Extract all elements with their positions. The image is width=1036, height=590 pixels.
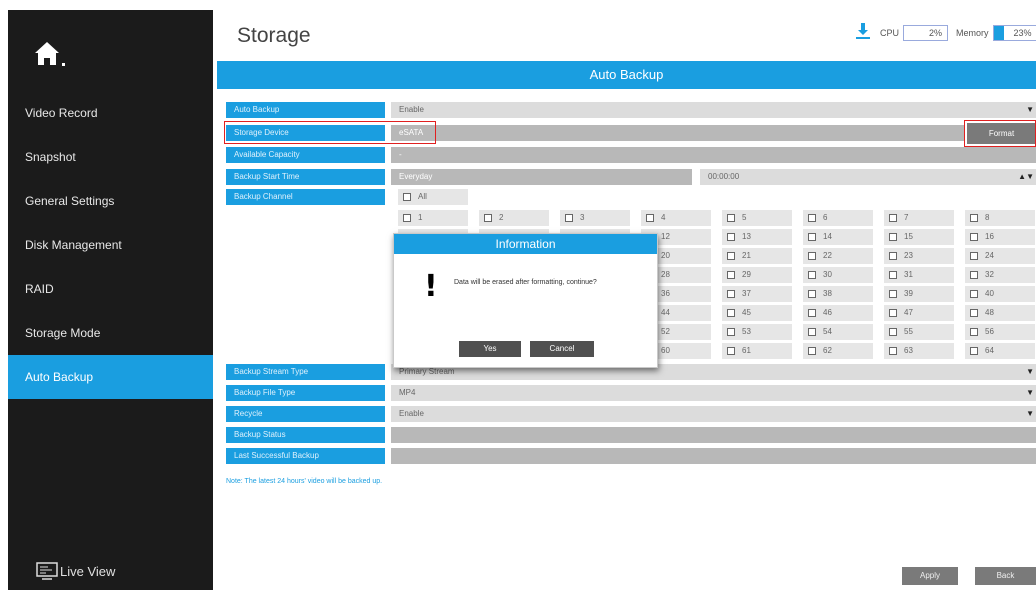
channel-checkbox[interactable]: 56 bbox=[965, 324, 1035, 340]
home-icon[interactable] bbox=[33, 39, 69, 69]
sidebar-item-auto-backup[interactable]: Auto Backup bbox=[8, 355, 213, 399]
channel-checkbox[interactable]: 37 bbox=[722, 286, 792, 302]
channel-checkbox[interactable]: 63 bbox=[884, 343, 954, 359]
monitor-icon bbox=[36, 562, 58, 580]
channel-checkbox[interactable]: 55 bbox=[884, 324, 954, 340]
file-type-select[interactable]: MP4 ▼ bbox=[391, 385, 1036, 401]
channel-checkbox[interactable]: 32 bbox=[965, 267, 1035, 283]
backup-status-field bbox=[391, 427, 1036, 443]
backup-channel-label: Backup Channel bbox=[226, 189, 385, 205]
channel-checkbox[interactable]: 38 bbox=[803, 286, 873, 302]
channel-checkbox[interactable]: 62 bbox=[803, 343, 873, 359]
channel-checkbox[interactable]: 23 bbox=[884, 248, 954, 264]
memory-fill bbox=[993, 26, 1004, 40]
apply-button[interactable]: Apply bbox=[902, 567, 958, 585]
back-button[interactable]: Back bbox=[975, 567, 1036, 585]
information-dialog: Information ! Data will be erased after … bbox=[393, 233, 658, 368]
highlight-storage-device bbox=[224, 121, 436, 144]
channel-checkbox[interactable]: 47 bbox=[884, 305, 954, 321]
channel-checkbox[interactable]: 21 bbox=[722, 248, 792, 264]
memory-monitor: Memory 23% bbox=[956, 25, 1036, 41]
channel-checkbox[interactable]: 6 bbox=[803, 210, 873, 226]
storage-device-field[interactable]: eSATA bbox=[391, 125, 964, 141]
channel-checkbox[interactable]: 61 bbox=[722, 343, 792, 359]
channel-checkbox[interactable]: 64 bbox=[965, 343, 1035, 359]
dropdown-arrow-icon: ▼ bbox=[1026, 409, 1034, 418]
stepper-icon: ▲▼ bbox=[1018, 172, 1034, 181]
auto-backup-select[interactable]: Enable ▼ bbox=[391, 102, 1036, 118]
stream-type-label: Backup Stream Type bbox=[226, 364, 385, 380]
dialog-title: Information bbox=[394, 234, 657, 254]
yes-button[interactable]: Yes bbox=[459, 341, 521, 357]
channel-all-checkbox[interactable]: All bbox=[398, 189, 468, 205]
channel-checkbox[interactable]: 40 bbox=[965, 286, 1035, 302]
backup-start-time-label: Backup Start Time bbox=[226, 169, 385, 185]
channel-checkbox[interactable]: 15 bbox=[884, 229, 954, 245]
dropdown-arrow-icon: ▼ bbox=[1026, 105, 1034, 114]
last-backup-field bbox=[391, 448, 1036, 464]
last-backup-label: Last Successful Backup bbox=[226, 448, 385, 464]
channel-checkbox[interactable]: 7 bbox=[884, 210, 954, 226]
channel-checkbox[interactable]: 2 bbox=[479, 210, 549, 226]
channel-checkbox[interactable]: 4 bbox=[641, 210, 711, 226]
channel-checkbox[interactable]: 31 bbox=[884, 267, 954, 283]
channel-checkbox[interactable]: 24 bbox=[965, 248, 1035, 264]
channel-checkbox[interactable]: 39 bbox=[884, 286, 954, 302]
live-view-label: Live View bbox=[60, 563, 116, 579]
cancel-button[interactable]: Cancel bbox=[530, 341, 594, 357]
cpu-monitor: CPU 2% bbox=[880, 25, 949, 41]
sidebar-item-disk-management[interactable]: Disk Management bbox=[8, 223, 213, 267]
live-view-button[interactable]: Live View bbox=[36, 562, 115, 580]
backup-note: Note: The latest 24 hours' video will be… bbox=[226, 478, 383, 485]
recycle-select[interactable]: Enable ▼ bbox=[391, 406, 1036, 422]
channel-checkbox[interactable]: 3 bbox=[560, 210, 630, 226]
dropdown-arrow-icon: ▼ bbox=[1026, 367, 1034, 376]
sidebar-item-storage-mode[interactable]: Storage Mode bbox=[8, 311, 213, 355]
channel-checkbox[interactable]: 22 bbox=[803, 248, 873, 264]
auto-backup-label: Auto Backup bbox=[226, 102, 385, 118]
channel-checkbox[interactable]: 16 bbox=[965, 229, 1035, 245]
sidebar-item-video-record[interactable]: Video Record bbox=[8, 91, 213, 135]
sidebar-item-raid[interactable]: RAID bbox=[8, 267, 213, 311]
recycle-label: Recycle bbox=[226, 406, 385, 422]
channel-checkbox[interactable]: 53 bbox=[722, 324, 792, 340]
available-capacity-field: - bbox=[391, 147, 1036, 163]
sidebar: Video Record Snapshot General Settings Disk… bbox=[8, 10, 213, 590]
channel-checkbox[interactable]: 48 bbox=[965, 305, 1035, 321]
channel-checkbox[interactable]: 30 bbox=[803, 267, 873, 283]
available-capacity-label: Available Capacity bbox=[226, 147, 385, 163]
channel-checkbox[interactable]: 46 bbox=[803, 305, 873, 321]
channel-checkbox[interactable]: 13 bbox=[722, 229, 792, 245]
channel-checkbox[interactable]: 45 bbox=[722, 305, 792, 321]
section-banner: Auto Backup bbox=[217, 61, 1036, 89]
warning-icon: ! bbox=[424, 269, 438, 304]
dropdown-arrow-icon: ▼ bbox=[1026, 388, 1034, 397]
cpu-meter: 2% bbox=[903, 25, 949, 41]
highlight-format bbox=[964, 120, 1036, 147]
dialog-message: Data will be erased after formatting, co… bbox=[454, 279, 597, 286]
memory-meter: 23% bbox=[992, 25, 1036, 41]
page-title: Storage bbox=[237, 24, 311, 47]
channel-checkbox[interactable]: 29 bbox=[722, 267, 792, 283]
channel-checkbox[interactable]: 1 bbox=[398, 210, 468, 226]
download-icon[interactable] bbox=[856, 23, 870, 39]
channel-checkbox[interactable]: 5 bbox=[722, 210, 792, 226]
backup-time-input[interactable]: 00:00:00 ▲▼ bbox=[700, 169, 1036, 185]
channel-checkbox[interactable]: 8 bbox=[965, 210, 1035, 226]
backup-day-select[interactable]: Everyday bbox=[391, 169, 692, 185]
sidebar-item-general-settings[interactable]: General Settings bbox=[8, 179, 213, 223]
channel-checkbox[interactable]: 14 bbox=[803, 229, 873, 245]
channel-checkbox[interactable]: 54 bbox=[803, 324, 873, 340]
file-type-label: Backup File Type bbox=[226, 385, 385, 401]
sidebar-item-snapshot[interactable]: Snapshot bbox=[8, 135, 213, 179]
backup-status-label: Backup Status bbox=[226, 427, 385, 443]
